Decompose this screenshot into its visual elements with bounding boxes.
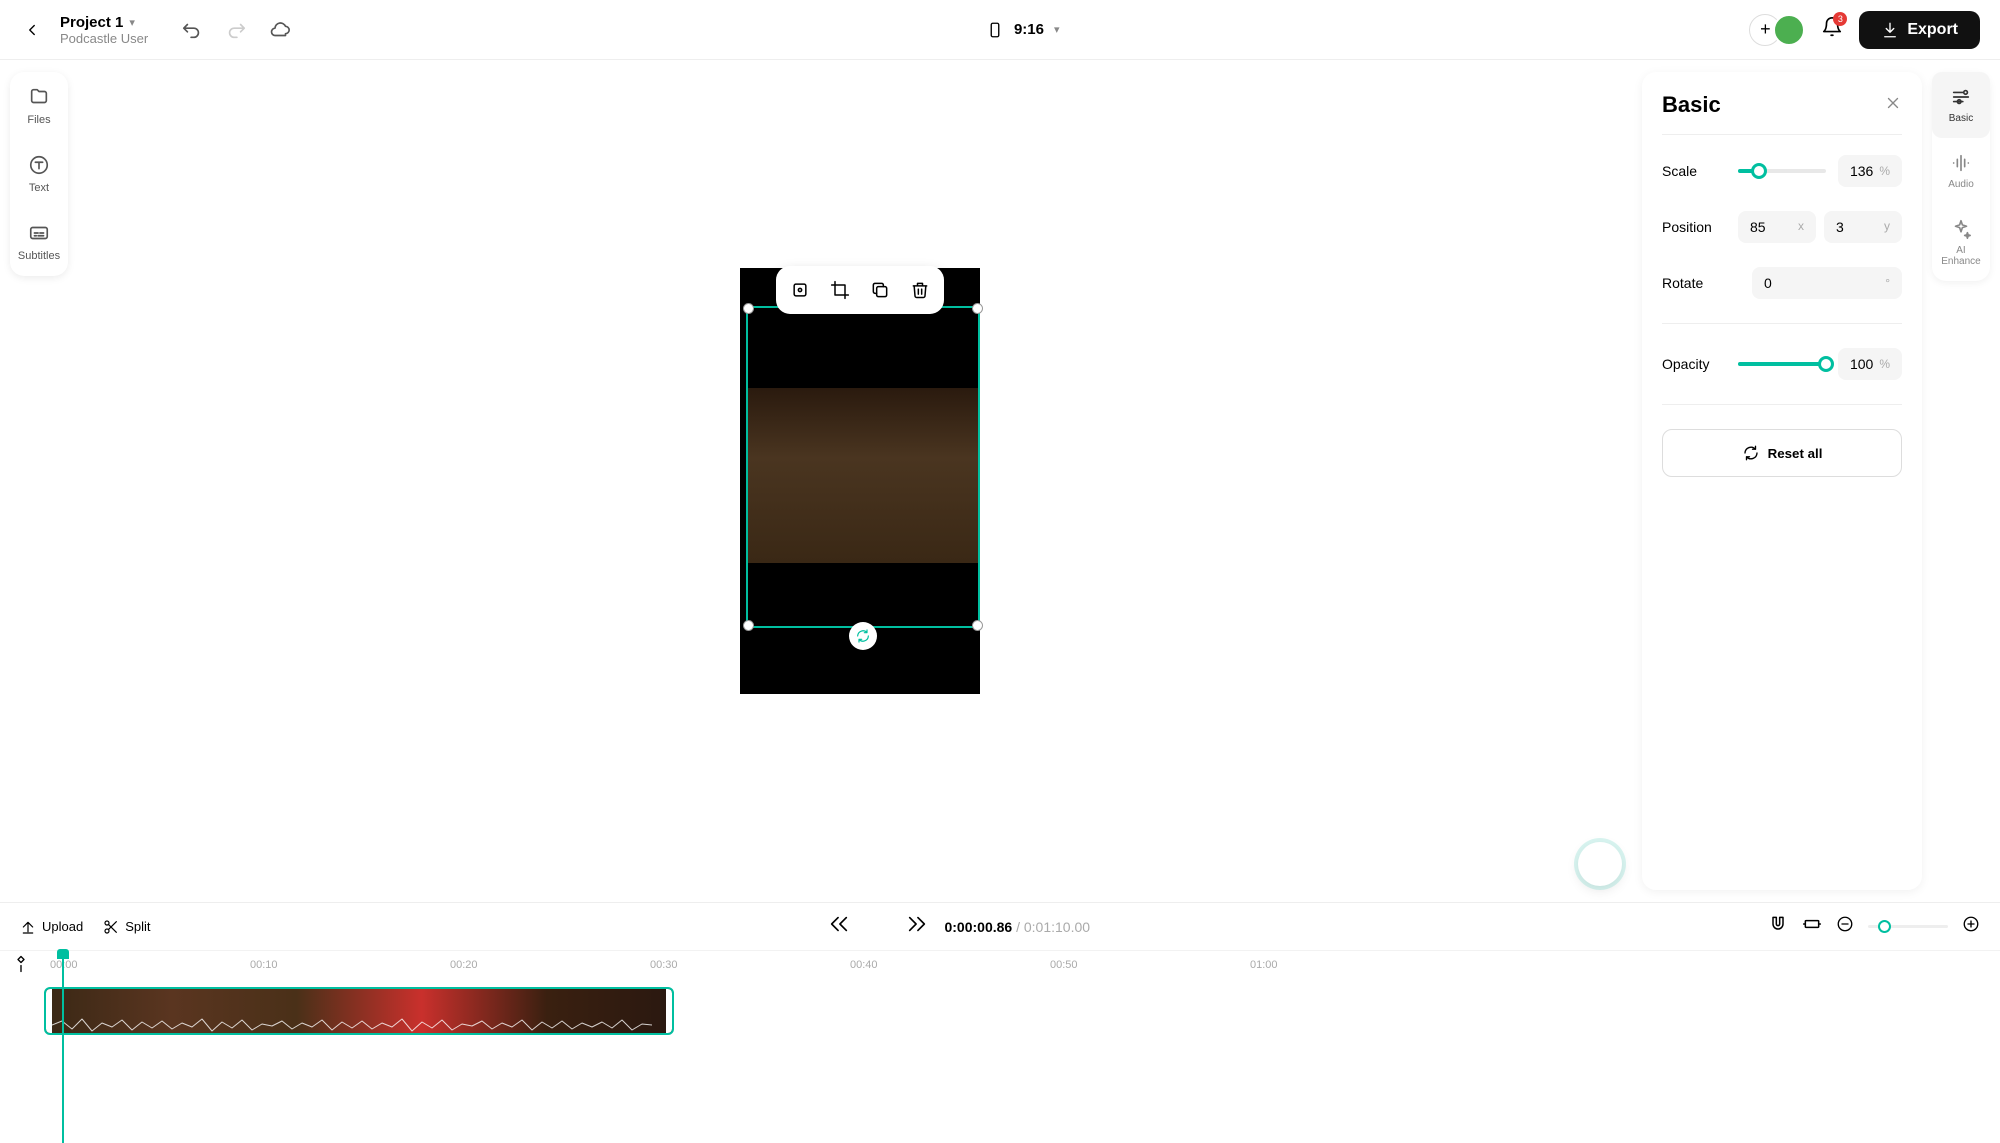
resize-handle-tl[interactable] bbox=[743, 303, 754, 314]
video-canvas[interactable] bbox=[740, 268, 980, 694]
zoom-in-button[interactable] bbox=[1962, 915, 1980, 938]
opacity-value[interactable]: 100% bbox=[1838, 348, 1902, 380]
duplicate-button[interactable] bbox=[862, 272, 898, 308]
audio-tool[interactable]: Audio bbox=[1932, 138, 1990, 204]
split-button[interactable]: Split bbox=[103, 919, 150, 935]
scale-value[interactable]: 136% bbox=[1838, 155, 1902, 187]
keyframe-button[interactable] bbox=[12, 955, 32, 975]
project-title: Project 1 bbox=[60, 14, 123, 31]
subtitles-tab[interactable]: Subtitles bbox=[10, 208, 68, 276]
zoom-slider[interactable] bbox=[1868, 925, 1948, 928]
fit-timeline-button[interactable] bbox=[1802, 914, 1822, 939]
delete-button[interactable] bbox=[902, 272, 938, 308]
properties-panel: Basic Scale 136% Position 85x 3y Rotate … bbox=[1642, 72, 1922, 890]
rewind-button[interactable] bbox=[828, 913, 850, 940]
ai-fab-button[interactable] bbox=[1578, 842, 1622, 886]
scale-label: Scale bbox=[1662, 163, 1726, 179]
position-x-input[interactable]: 85x bbox=[1738, 211, 1816, 243]
resize-handle-br[interactable] bbox=[972, 620, 983, 631]
clip-handle-right[interactable] bbox=[666, 989, 672, 1033]
resize-handle-tr[interactable] bbox=[972, 303, 983, 314]
ai-enhance-tool[interactable]: AI Enhance bbox=[1932, 204, 1990, 281]
resize-handle-bl[interactable] bbox=[743, 620, 754, 631]
opacity-label: Opacity bbox=[1662, 356, 1726, 372]
opacity-slider[interactable] bbox=[1738, 362, 1826, 366]
video-clip[interactable] bbox=[44, 987, 674, 1035]
user-avatar[interactable] bbox=[1773, 14, 1805, 46]
rotate-input[interactable]: 0° bbox=[1752, 267, 1902, 299]
close-panel-button[interactable] bbox=[1884, 94, 1902, 117]
chevron-down-icon[interactable]: ▾ bbox=[1054, 23, 1060, 36]
cloud-button[interactable] bbox=[264, 14, 296, 46]
selection-frame[interactable] bbox=[746, 306, 980, 628]
notification-badge: 3 bbox=[1833, 12, 1847, 26]
video-content bbox=[748, 388, 978, 563]
aspect-ratio[interactable]: 9:16 bbox=[1014, 21, 1044, 38]
timeline-ruler[interactable]: 00:00 00:10 00:20 00:30 00:40 00:50 01:0… bbox=[0, 951, 2000, 979]
text-tab[interactable]: Text bbox=[10, 140, 68, 208]
undo-button[interactable] bbox=[176, 14, 208, 46]
zoom-out-button[interactable] bbox=[1836, 915, 1854, 938]
crop-button[interactable] bbox=[822, 272, 858, 308]
magnet-button[interactable] bbox=[1768, 914, 1788, 939]
export-button[interactable]: Export bbox=[1859, 11, 1980, 49]
panel-title: Basic bbox=[1662, 92, 1721, 118]
back-button[interactable] bbox=[20, 18, 44, 42]
chevron-down-icon[interactable]: ▾ bbox=[129, 16, 135, 29]
scale-slider[interactable] bbox=[1738, 169, 1826, 173]
waveform bbox=[52, 1017, 652, 1033]
aspect-icon bbox=[986, 19, 1004, 41]
rotate-label: Rotate bbox=[1662, 275, 1726, 291]
reset-all-button[interactable]: Reset all bbox=[1662, 429, 1902, 477]
basic-tool[interactable]: Basic bbox=[1932, 72, 1990, 138]
playhead[interactable] bbox=[62, 951, 64, 1143]
notification-button[interactable]: 3 bbox=[1821, 16, 1843, 43]
position-y-input[interactable]: 3y bbox=[1824, 211, 1902, 243]
rotate-handle[interactable] bbox=[849, 622, 877, 650]
timecode: 0:00:00.86 / 0:01:10.00 bbox=[944, 919, 1090, 935]
forward-button[interactable] bbox=[906, 913, 928, 940]
position-label: Position bbox=[1662, 219, 1726, 235]
files-tab[interactable]: Files bbox=[10, 72, 68, 140]
upload-button[interactable]: Upload bbox=[20, 919, 83, 935]
play-button[interactable] bbox=[866, 912, 890, 941]
fit-button[interactable] bbox=[782, 272, 818, 308]
redo-button[interactable] bbox=[220, 14, 252, 46]
project-user: Podcastle User bbox=[60, 31, 148, 46]
